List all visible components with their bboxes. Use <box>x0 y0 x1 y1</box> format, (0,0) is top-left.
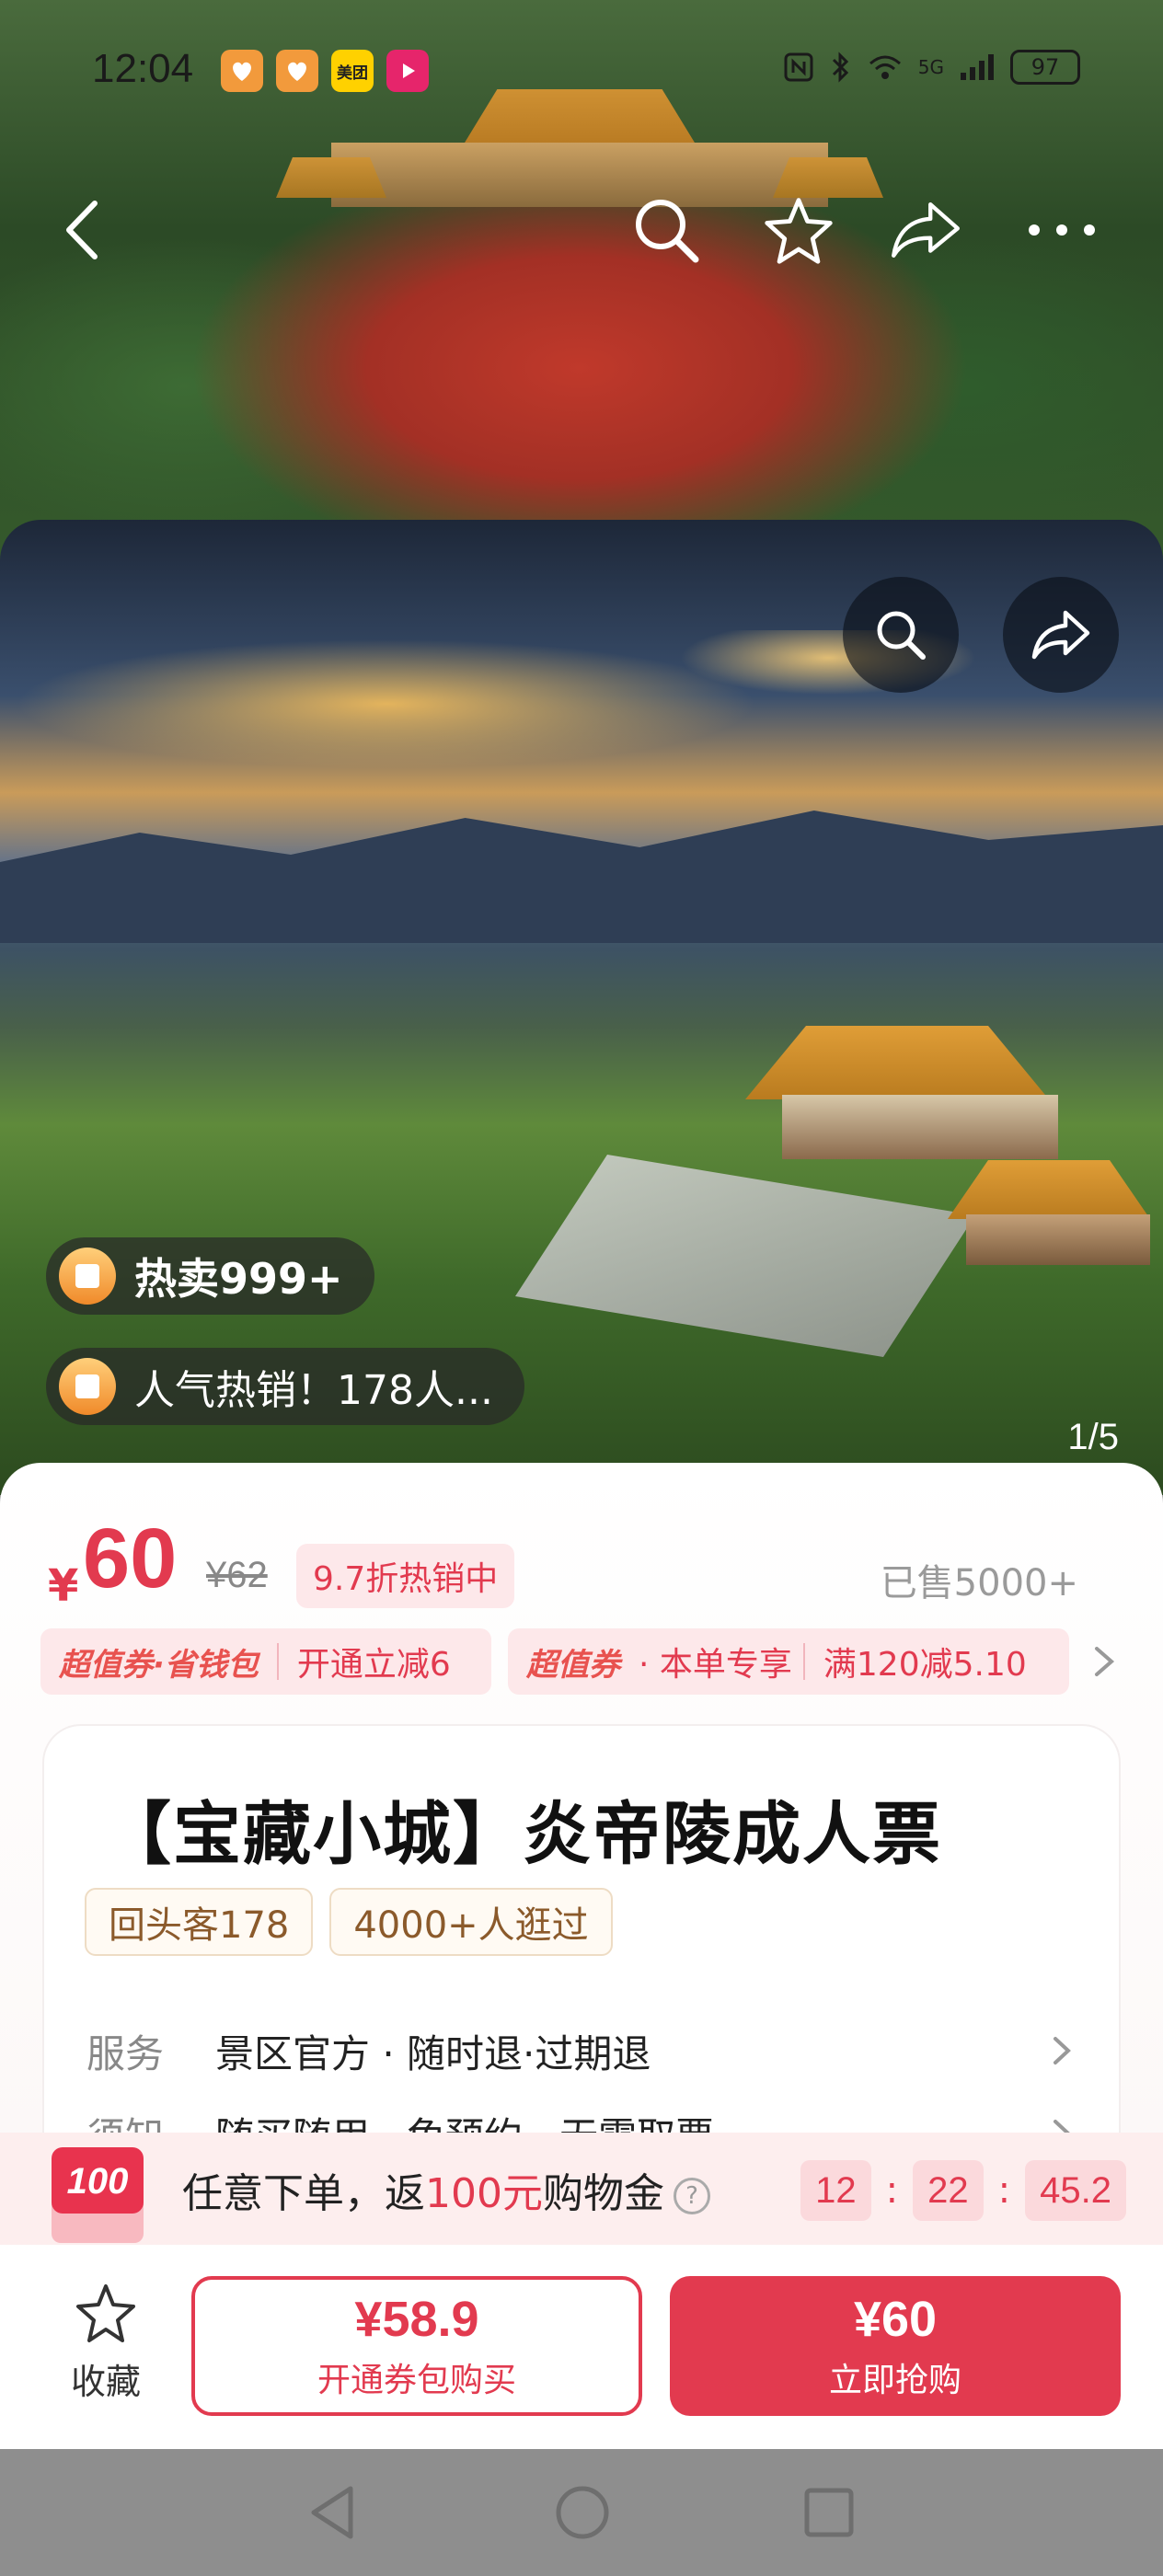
buy-button-label: 立即抢购 <box>828 2362 961 2399</box>
gallery-search-button[interactable] <box>843 577 959 693</box>
back-icon[interactable] <box>46 193 120 267</box>
bag-icon <box>59 1358 116 1415</box>
nav-back-icon[interactable] <box>300 2480 364 2545</box>
service-row[interactable]: 服务 景区官方 · 随时退·过期退 <box>86 2018 1080 2083</box>
promo-100-badge-icon: 100 <box>46 2144 149 2247</box>
coupon-brand: 超值券 <box>526 1646 620 1684</box>
bottom-action-bar: 收藏 ¥58.9 开通券包购买 ¥60 立即抢购 <box>0 2245 1163 2449</box>
promo-badge-text: 100 <box>67 2161 129 2202</box>
service-key: 服务 <box>86 2030 165 2076</box>
meituan-label: 美团 <box>337 63 368 83</box>
service-value: 景区官方 · 随时退·过期退 <box>215 2030 651 2076</box>
temple-image <box>672 1007 1163 1283</box>
tag-returning-customers: 回头客178 <box>85 1888 314 1956</box>
status-app-icons: 美团 <box>221 50 429 92</box>
star-icon[interactable] <box>762 193 835 267</box>
currency-symbol: ¥ <box>48 1560 79 1612</box>
share-icon <box>1031 610 1090 660</box>
coupon-exclusive[interactable]: 超值券 · 本单专享 满120减5.10 <box>508 1628 1069 1695</box>
status-bar: 12:04 美团 5G 97 <box>0 37 1163 110</box>
timer-minutes: 22 <box>913 2160 984 2221</box>
coupon-button-label: 开通券包购买 <box>317 2362 516 2399</box>
nfc-icon <box>784 52 813 82</box>
coupon-savings-pack[interactable]: 超值券·省钱包 开通立减6 <box>40 1628 491 1695</box>
cashback-promo-bar[interactable]: 100 任意下单，返100元购物金? 12 : 22 : 45.2 <box>0 2133 1163 2245</box>
battery-level: 97 <box>1031 54 1060 80</box>
buy-now-button[interactable]: ¥60 立即抢购 <box>670 2276 1121 2416</box>
hot-sale-badge: 热卖999+ <box>46 1237 374 1315</box>
battery-icon: 97 <box>1010 50 1080 85</box>
favorite-label: 收藏 <box>70 2362 141 2402</box>
heart-app-icon <box>276 50 318 92</box>
countdown-timer: 12 : 22 : 45.2 <box>800 2160 1126 2221</box>
coupon-brand: 超值券·省钱包 <box>59 1646 259 1684</box>
signal-icon <box>961 54 994 80</box>
original-price: ¥62 <box>206 1555 268 1595</box>
popularity-text: 人气热销！178人... <box>134 1367 493 1414</box>
gallery-share-button[interactable] <box>1003 577 1119 693</box>
sold-count: 已售5000+ <box>880 1562 1078 1604</box>
bluetooth-icon <box>832 52 848 83</box>
heart-app-icon <box>221 50 263 92</box>
coupon-price: ¥58.9 <box>354 2292 479 2347</box>
share-icon[interactable] <box>889 193 962 267</box>
popularity-badge: 人气热销！178人... <box>46 1348 524 1425</box>
buy-with-coupon-button[interactable]: ¥58.9 开通券包购买 <box>191 2276 642 2416</box>
promo-text: 任意下单，返100元购物金? <box>182 2160 710 2219</box>
search-icon[interactable] <box>629 193 703 267</box>
product-tags: 回头客178 4000+人逛过 <box>85 1888 613 1956</box>
network-type: 5G <box>917 56 944 78</box>
status-time: 12:04 <box>92 46 194 91</box>
more-icon[interactable] <box>1025 193 1099 267</box>
discount-badge: 9.7折热销中 <box>296 1544 515 1608</box>
current-price: 60 <box>83 1512 178 1605</box>
chevron-right-icon <box>1043 2032 1080 2069</box>
meituan-app-icon: 美团 <box>331 50 374 92</box>
timer-hours: 12 <box>800 2160 871 2221</box>
coupon-text: · 本单专享 <box>639 1646 792 1684</box>
price-row: ¥ 60 ¥62 9.7折热销中 已售5000+ <box>48 1511 1115 1612</box>
coupon-strip[interactable]: 超值券·省钱包 开通立减6 超值券 · 本单专享 满120减5.10 <box>40 1628 1126 1695</box>
video-app-icon <box>386 50 429 92</box>
status-right-icons: 5G 97 <box>782 50 1080 85</box>
nav-recents-icon[interactable] <box>797 2480 861 2545</box>
system-nav-bar <box>0 2449 1163 2576</box>
chevron-right-icon[interactable] <box>1082 1639 1126 1684</box>
image-counter: 1/5 <box>1067 1417 1119 1457</box>
bag-icon <box>59 1248 116 1305</box>
nav-home-icon[interactable] <box>550 2480 615 2545</box>
search-icon <box>877 611 926 660</box>
product-image-gallery[interactable]: 热卖999+ 人气热销！178人... 1/5 <box>0 520 1163 1495</box>
star-icon <box>76 2284 135 2342</box>
tag-visitors: 4000+人逛过 <box>329 1888 613 1956</box>
timer-seconds: 45.2 <box>1025 2160 1126 2221</box>
coupon-extra: 满120减5.10 <box>823 1646 1027 1684</box>
wifi-icon <box>869 55 901 79</box>
product-title: 【宝藏小城】炎帝陵成人票 <box>103 1795 942 1874</box>
coupon-text: 开通立减6 <box>296 1646 451 1684</box>
help-icon[interactable]: ? <box>673 2178 710 2214</box>
favorite-button[interactable]: 收藏 <box>55 2282 156 2404</box>
buy-price: ¥60 <box>853 2292 938 2347</box>
hot-sale-text: 热卖999+ <box>134 1254 343 1304</box>
